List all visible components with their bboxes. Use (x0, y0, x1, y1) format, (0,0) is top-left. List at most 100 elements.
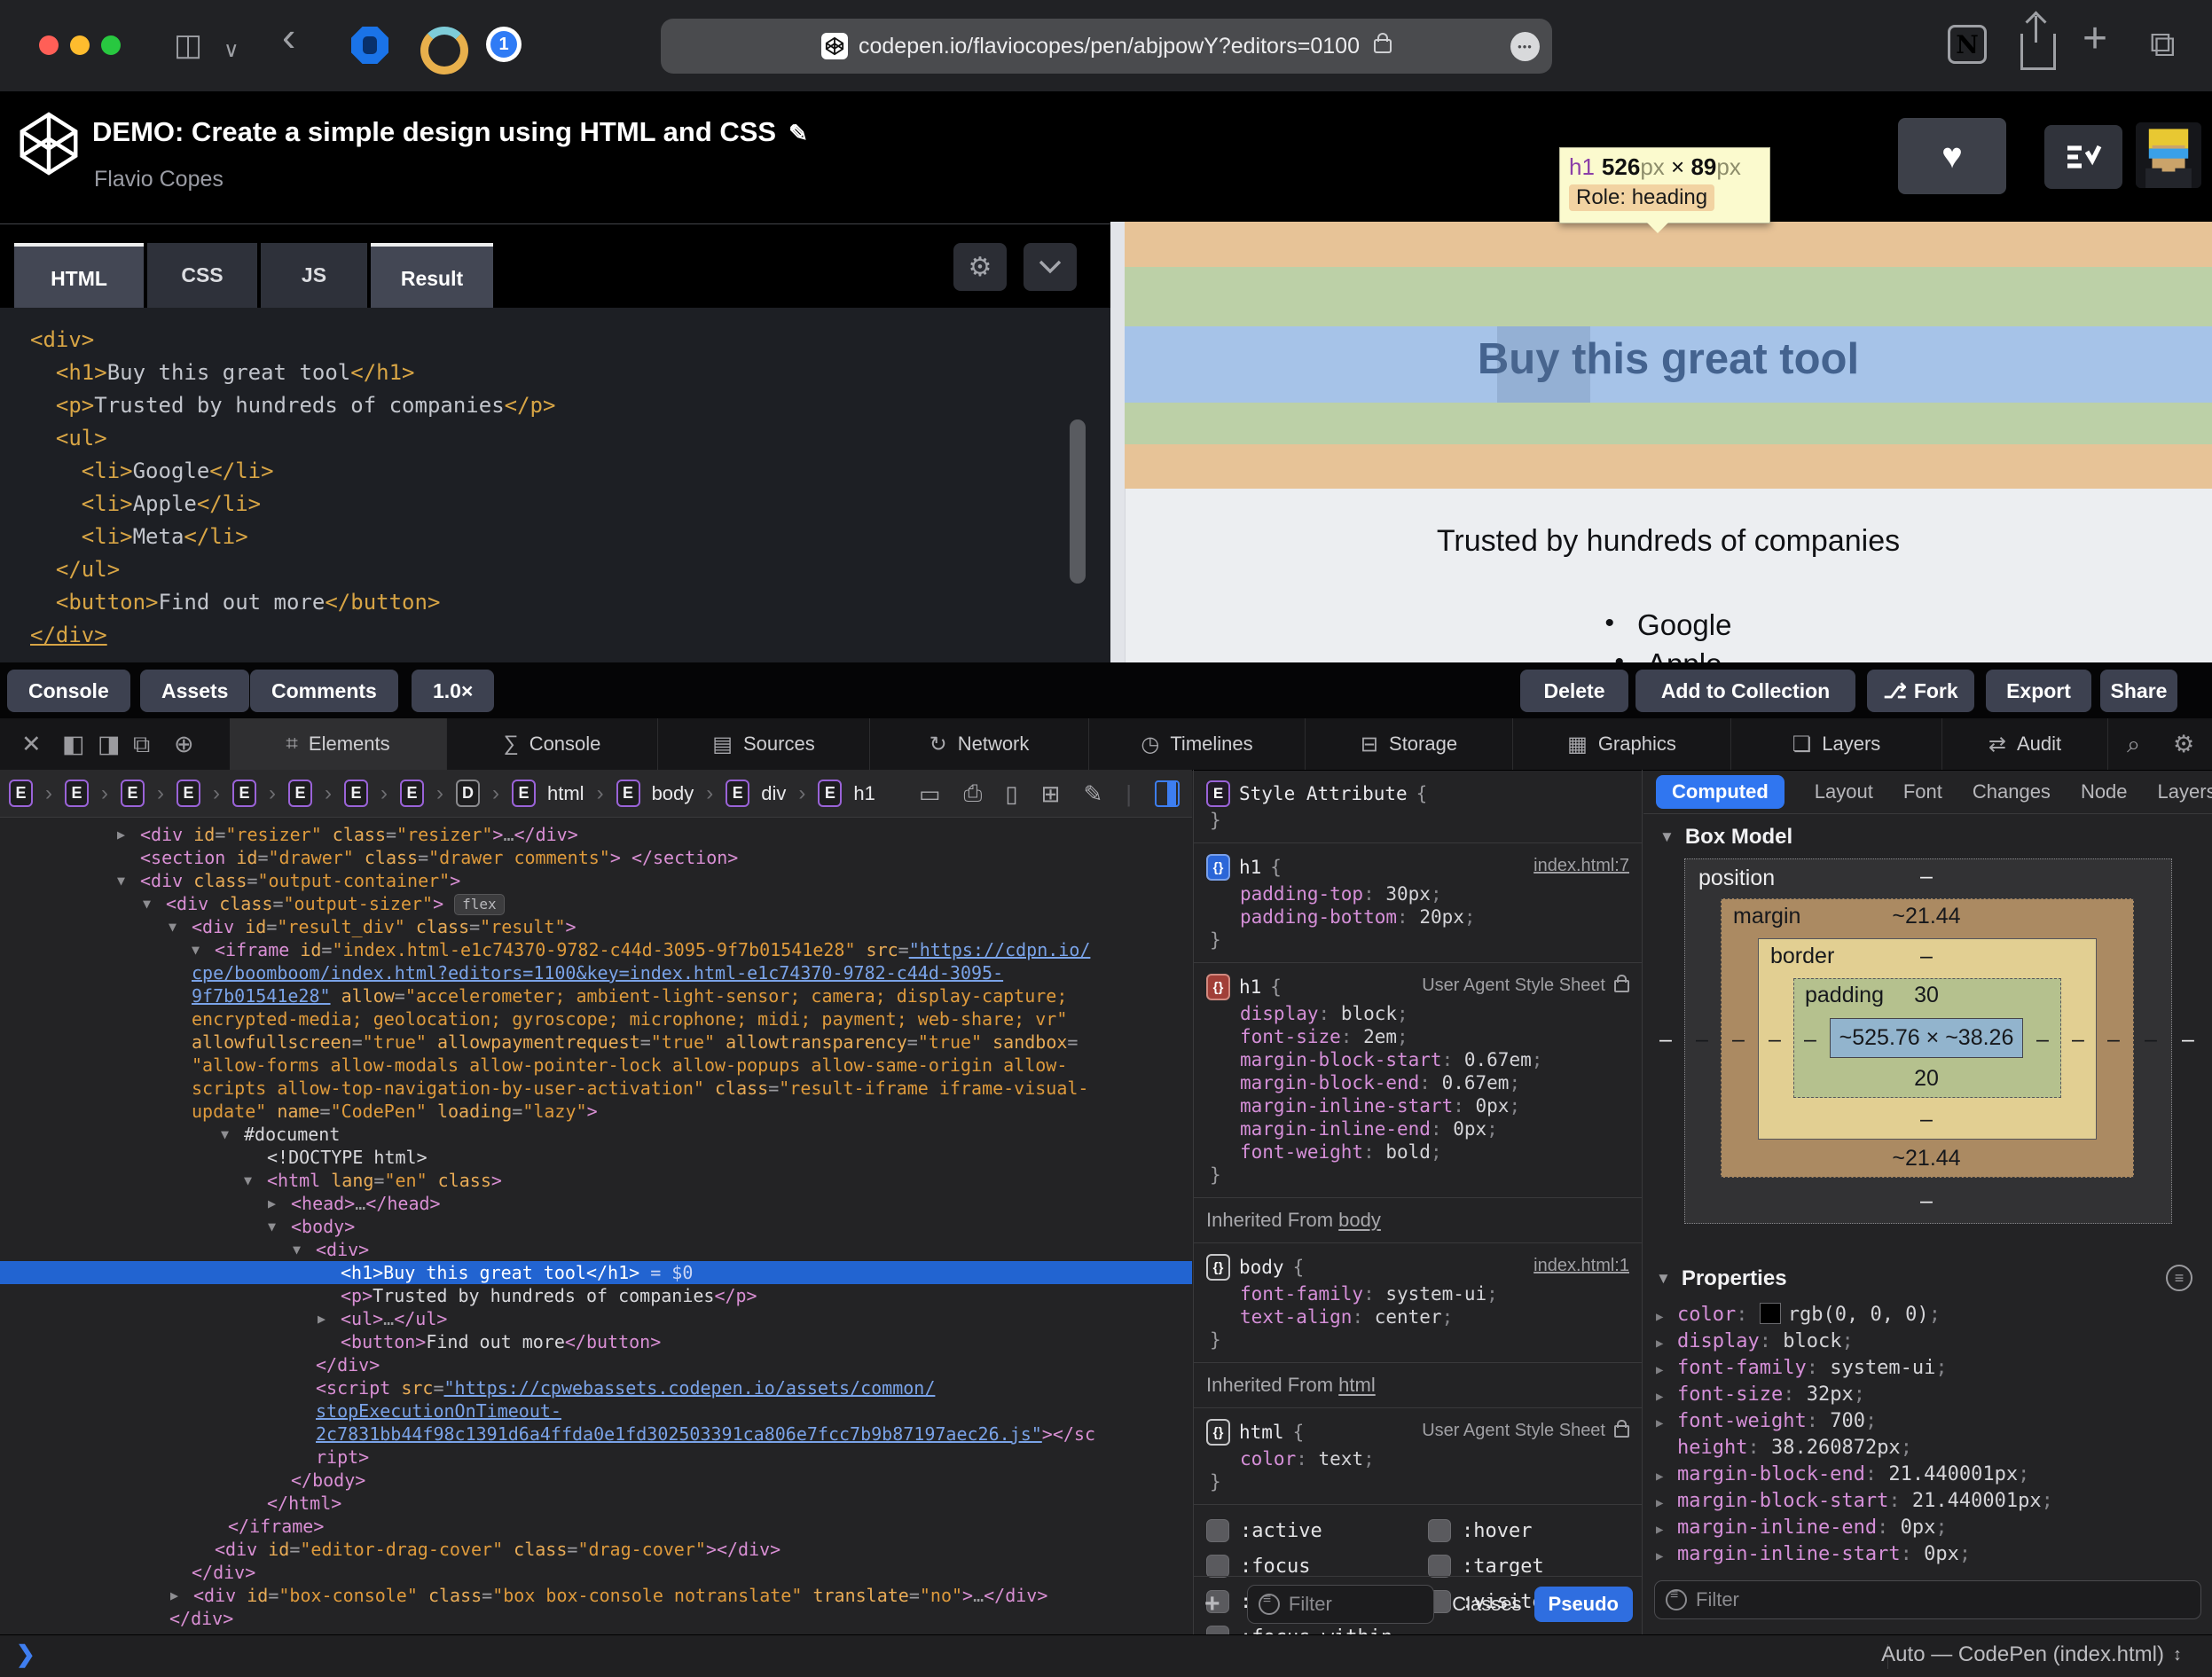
pen-author[interactable]: Flavio Copes (94, 167, 224, 192)
breadcrumb-badge[interactable]: E (176, 780, 200, 807)
dom-row-selected[interactable]: <h1>Buy this great tool</h1> = $0 (0, 1261, 1192, 1284)
dom-row[interactable]: </html> (0, 1492, 1192, 1515)
breadcrumb-badge[interactable]: E (9, 780, 33, 807)
footer-button-export[interactable]: Export (1986, 670, 2091, 712)
code-line[interactable]: <li>Google</li> (0, 455, 1110, 488)
detach-window-icon[interactable]: ⧉ (133, 731, 150, 757)
pen-tab-js[interactable]: JS (261, 243, 367, 308)
properties-header[interactable]: ▼Properties (1656, 1266, 2199, 1291)
code-line[interactable]: <h1>Buy this great tool</h1> (0, 357, 1110, 389)
print-styles-icon[interactable]: ⎙ (964, 780, 983, 808)
css-declaration[interactable]: text-align: center; (1206, 1305, 1629, 1328)
breadcrumb-item-body[interactable]: Ebody (616, 780, 694, 807)
css-declaration[interactable]: margin-block-end: 0.67em; (1206, 1071, 1629, 1094)
css-declaration[interactable]: font-weight: bold; (1206, 1140, 1629, 1164)
inspector-tab-console[interactable]: ∑Console (447, 718, 658, 770)
footer-button-1-0-[interactable]: 1.0× (412, 670, 494, 712)
editor-settings-button[interactable]: ⚙ (953, 243, 1007, 291)
pen-tab-result[interactable]: Result (371, 243, 493, 311)
share-icon[interactable] (2020, 34, 2056, 70)
code-line[interactable]: <li>Apple</li> (0, 488, 1110, 521)
dom-row[interactable]: <!DOCTYPE html> (0, 1146, 1192, 1169)
dom-row[interactable]: scripts allow-top-navigation-by-user-act… (0, 1077, 1192, 1100)
editor-collapse-button[interactable] (1024, 243, 1077, 291)
dom-row[interactable]: "allow-forms allow-modals allow-pointer-… (0, 1054, 1192, 1077)
footer-button-fork[interactable]: ⎇Fork (1867, 670, 1974, 712)
chevron-down-icon[interactable]: ∨ (224, 35, 239, 66)
dom-row[interactable]: </body> (0, 1469, 1192, 1492)
breadcrumb-badge[interactable]: E (232, 780, 256, 807)
edit-title-icon[interactable]: ✎ (788, 120, 808, 146)
footer-button-delete[interactable]: Delete (1520, 670, 1628, 712)
ring-extension-icon[interactable] (420, 27, 468, 74)
css-declaration[interactable]: margin-inline-end: 0px; (1206, 1117, 1629, 1140)
dom-row[interactable]: ▶<div id="resizer" class="resizer">…</di… (0, 823, 1192, 846)
computed-property-margin-inline-end[interactable]: ▶margin-inline-end: 0px; (1656, 1515, 2199, 1541)
breadcrumb-item-html[interactable]: Ehtml (512, 780, 584, 807)
details-tab-font[interactable]: Font (1903, 780, 1942, 803)
code-line[interactable]: <div> (0, 324, 1110, 357)
breadcrumb-badge[interactable]: E (288, 780, 312, 807)
computed-property-font-family[interactable]: ▶font-family: system-ui; (1656, 1355, 2199, 1382)
pseudo-checkbox-target[interactable]: :target (1428, 1555, 1629, 1578)
css-declaration[interactable]: padding-top: 30px; (1206, 882, 1629, 905)
computed-property-color[interactable]: ▶color: rgb(0, 0, 0); (1656, 1302, 2199, 1328)
love-button[interactable]: ♥ (1898, 118, 2006, 194)
sidebar-icon[interactable]: ◫ (174, 30, 202, 60)
computed-property-font-weight[interactable]: ▶font-weight: 700; (1656, 1408, 2199, 1435)
css-declaration[interactable]: font-size: 2em; (1206, 1025, 1629, 1048)
details-tab-layers[interactable]: Layers (2158, 780, 2212, 803)
editor-layout-button[interactable] (2044, 125, 2122, 189)
code-line[interactable]: <li>Meta</li> (0, 521, 1110, 553)
onepassword-extension-icon[interactable]: 1 (486, 27, 522, 62)
html-code-editor[interactable]: <div> <h1>Buy this great tool</h1> <p>Tr… (0, 308, 1110, 662)
minimize-window-button[interactable] (70, 35, 90, 55)
tab-overview-icon[interactable]: ⧉ (2150, 25, 2176, 64)
dom-row[interactable]: </div> (0, 1607, 1192, 1630)
dom-row[interactable]: ▼#document (0, 1123, 1192, 1146)
new-tab-icon[interactable]: + (2083, 20, 2107, 59)
css-declaration[interactable]: display: block; (1206, 1002, 1629, 1025)
pane-resizer[interactable] (1110, 222, 1126, 662)
dom-row[interactable]: </div> (0, 1561, 1192, 1584)
breadcrumb-badge[interactable]: E (65, 780, 89, 807)
page-settings-icon[interactable]: ••• (1510, 32, 1540, 61)
dom-row[interactable]: <div id="editor-drag-cover" class="drag-… (0, 1538, 1192, 1561)
close-window-button[interactable] (39, 35, 59, 55)
element-picker-icon[interactable]: ⊕ (174, 731, 194, 757)
ruler-icon[interactable]: ▭ (919, 780, 941, 808)
details-tab-changes[interactable]: Changes (1973, 780, 2051, 803)
pseudo-toggle[interactable]: Pseudo (1534, 1587, 1633, 1622)
css-declaration[interactable]: margin-inline-start: 0px; (1206, 1094, 1629, 1117)
box-model-header[interactable]: ▼Box Model (1659, 825, 1792, 850)
console-prompt-icon[interactable]: ❯ (16, 1641, 35, 1668)
stylesheet-link[interactable]: index.html:1 (1533, 1256, 1629, 1276)
dom-row[interactable]: 9f7b01541e28" allow="accelerometer; ambi… (0, 984, 1192, 1007)
edit-icon[interactable]: ✎ (1083, 780, 1102, 808)
computed-property-margin-inline-start[interactable]: ▶margin-inline-start: 0px; (1656, 1541, 2199, 1568)
computed-property-margin-block-start[interactable]: ▶margin-block-start: 21.440001px; (1656, 1488, 2199, 1515)
details-sidebar-toggle-icon[interactable] (1155, 780, 1180, 807)
style-rule-style-attribute[interactable]: EStyle Attribute{} (1194, 770, 1642, 843)
inspector-tab-network[interactable]: ↻Network (870, 718, 1089, 770)
pseudo-checkbox-active[interactable]: :active (1206, 1519, 1428, 1542)
device-settings-icon[interactable]: ▯ (1005, 780, 1017, 808)
dom-row[interactable]: <button>Find out more</button> (0, 1330, 1192, 1353)
computed-filter-input[interactable]: Filter (1654, 1580, 2201, 1619)
dock-right-icon[interactable]: ◨ (98, 731, 121, 757)
dom-row[interactable]: stopExecutionOnTimeout- (0, 1399, 1192, 1422)
pen-tab-css[interactable]: CSS (147, 243, 257, 308)
dom-row[interactable]: </iframe> (0, 1515, 1192, 1538)
code-line[interactable]: <button>Find out more</button> (0, 586, 1110, 619)
frame-selector[interactable]: Auto — CodePen (index.html)↕ (1881, 1642, 2182, 1667)
dom-row[interactable]: ▼<body> (0, 1215, 1192, 1238)
code-line[interactable]: </ul> (0, 553, 1110, 586)
back-icon[interactable]: ‹ (282, 21, 295, 51)
styles-filter-input[interactable]: Filter (1247, 1585, 1434, 1624)
dom-row[interactable]: <section id="drawer" class="drawer comme… (0, 846, 1192, 869)
dom-row[interactable]: ▶<head>…</head> (0, 1192, 1192, 1215)
dom-row[interactable]: encrypted-media; geolocation; gyroscope;… (0, 1007, 1192, 1030)
classes-toggle[interactable]: Classes (1452, 1593, 1521, 1616)
zoom-window-button[interactable] (101, 35, 121, 55)
inspector-tab-sources[interactable]: ▤Sources (658, 718, 870, 770)
